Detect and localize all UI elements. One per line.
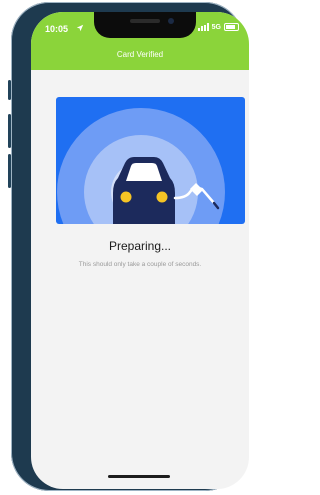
status-time: 10:05 — [45, 24, 69, 34]
volume-up-button — [8, 114, 11, 148]
status-indicators: 5G — [197, 23, 239, 31]
illustration-graphic — [57, 108, 225, 224]
network-label: 5G — [211, 23, 221, 31]
notch — [94, 12, 196, 38]
location-arrow-icon — [76, 24, 84, 32]
app-header: 10:05 5G Card Verified — [31, 12, 249, 70]
volume-down-button — [8, 154, 11, 188]
app-screen: 10:05 5G Card Verified Preparing... This… — [31, 12, 249, 489]
side-button — [8, 80, 11, 100]
signal-icon — [197, 23, 209, 31]
page-title: Card Verified — [116, 50, 164, 59]
home-indicator[interactable] — [108, 475, 170, 478]
preparing-message: This should only take a couple of second… — [78, 261, 202, 268]
right-headlight — [156, 191, 168, 203]
front-camera — [168, 18, 174, 24]
preparing-heading: Preparing... — [108, 239, 172, 253]
battery-icon — [224, 23, 239, 31]
car-charging-illustration — [56, 97, 245, 224]
left-headlight — [120, 191, 132, 203]
speaker — [130, 19, 160, 23]
phone-frame: 10:05 5G Card Verified Preparing... This… — [8, 2, 249, 491]
